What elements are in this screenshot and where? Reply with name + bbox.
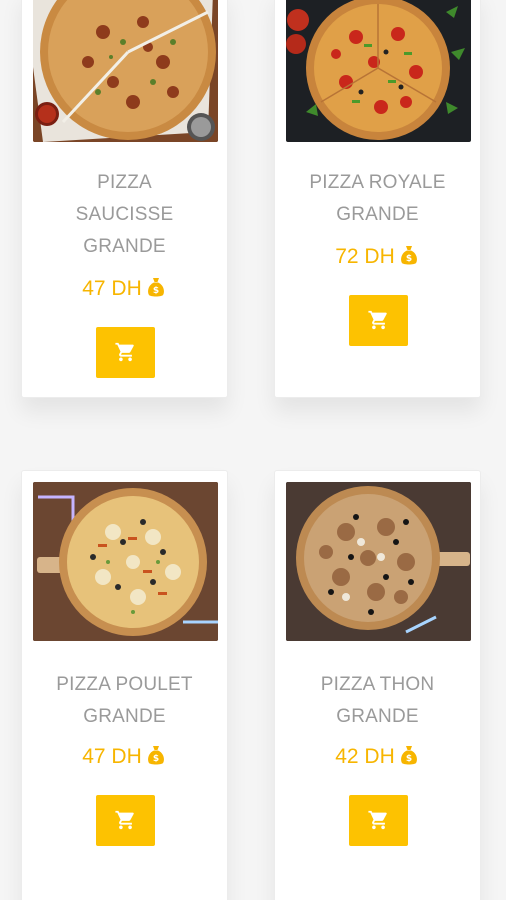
product-price: 72 DH $ <box>275 243 480 274</box>
product-price: 42 DH $ <box>275 743 480 774</box>
svg-text:$: $ <box>153 754 159 764</box>
product-card-pizza-thon[interactable]: PIZZA THON GRANDE 42 DH $ <box>274 470 481 900</box>
shopping-cart-icon <box>115 810 134 830</box>
add-to-cart-button[interactable] <box>349 795 408 846</box>
product-price: 47 DH $ <box>22 743 227 774</box>
product-image[interactable] <box>33 0 218 142</box>
shopping-cart-icon <box>115 342 134 362</box>
product-image[interactable] <box>33 482 218 641</box>
product-card-pizza-poulet[interactable]: PIZZA POULET GRANDE 47 DH $ <box>21 470 228 900</box>
add-to-cart-button[interactable] <box>96 327 155 378</box>
product-card-pizza-royale[interactable]: PIZZA ROYALE GRANDE 72 DH $ <box>274 0 481 398</box>
product-name: PIZZA THON GRANDE <box>320 674 435 727</box>
product-name: PIZZA SAUCISSE GRANDE <box>75 172 174 257</box>
shopping-cart-icon <box>368 810 387 830</box>
money-bag-icon: $ <box>145 276 167 306</box>
money-bag-icon: $ <box>398 244 420 274</box>
money-bag-icon: $ <box>398 744 420 774</box>
svg-text:$: $ <box>153 286 159 296</box>
product-card-pizza-saucisse[interactable]: PIZZA SAUCISSE GRANDE 47 DH $ <box>21 0 228 398</box>
add-to-cart-button[interactable] <box>349 295 408 346</box>
product-image[interactable] <box>286 482 471 641</box>
product-name: PIZZA POULET GRANDE <box>56 674 193 727</box>
svg-text:$: $ <box>406 254 412 264</box>
product-grid: PIZZA SAUCISSE GRANDE 47 DH $ PIZZA ROYA… <box>0 0 506 900</box>
product-image[interactable] <box>286 0 471 142</box>
product-name: PIZZA ROYALE GRANDE <box>309 172 446 225</box>
money-bag-icon: $ <box>145 744 167 774</box>
svg-text:$: $ <box>406 754 412 764</box>
add-to-cart-button[interactable] <box>96 795 155 846</box>
product-price: 47 DH $ <box>22 275 227 306</box>
shopping-cart-icon <box>368 310 387 330</box>
